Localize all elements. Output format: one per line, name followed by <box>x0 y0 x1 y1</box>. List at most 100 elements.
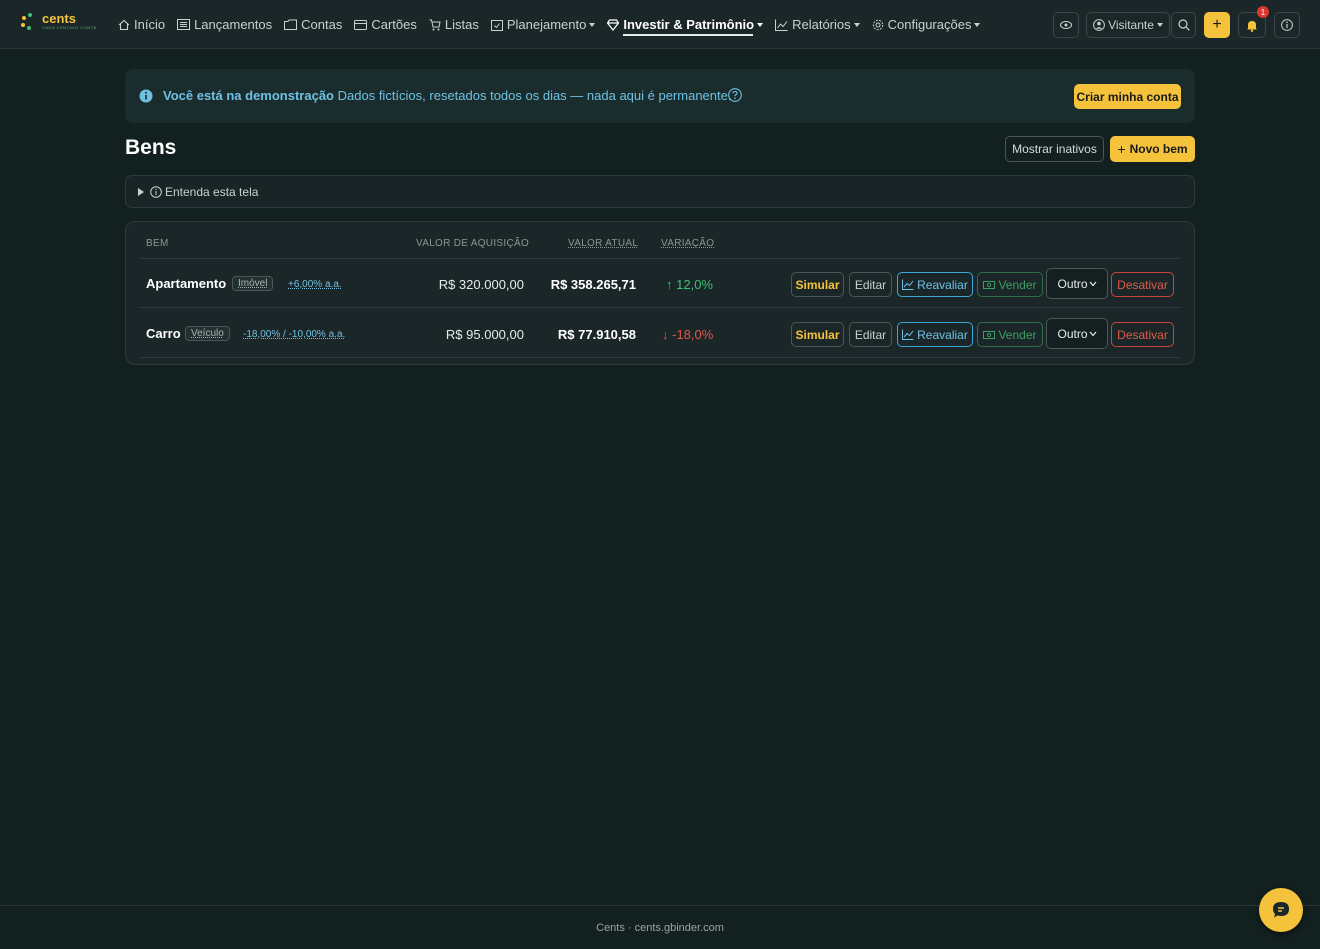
sell-button[interactable]: Vender <box>977 272 1043 297</box>
chat-button[interactable] <box>1259 888 1303 932</box>
chevron-down-icon <box>1089 281 1096 286</box>
simulate-button[interactable]: Simular <box>791 272 844 297</box>
eye-icon <box>1060 21 1072 29</box>
nav-item-inicio[interactable]: Início <box>118 0 165 49</box>
calendar-check-icon <box>490 19 503 31</box>
disclosure-triangle-icon <box>138 187 144 196</box>
arrow-up-icon: ↑ <box>666 277 673 292</box>
assets-table: BEM VALOR DE AQUISIÇÃO VALOR ATUAL VARIA… <box>125 221 1195 365</box>
nav-label: Planejamento <box>506 17 587 32</box>
nav-item-listas[interactable]: Listas <box>429 0 479 49</box>
variation-value: ↑ 12,0% <box>666 277 713 292</box>
info-icon <box>1281 19 1293 31</box>
nav-item-investir[interactable]: Investir & Patrimônio <box>607 0 764 49</box>
other-dropdown[interactable]: Outro <box>1046 318 1108 349</box>
table-row: Apartamento Imóvel +6,00% a.a. R$ 320.00… <box>139 258 1181 308</box>
help-label: Entenda esta tela <box>165 184 259 199</box>
new-asset-button[interactable]: + Novo bem <box>1110 136 1195 162</box>
about-button[interactable] <box>1274 12 1300 38</box>
user-menu-button[interactable]: Visitante <box>1086 12 1170 38</box>
demo-text: Dados fictícios, resetados todos os dias… <box>337 88 732 103</box>
revalue-label: Reavaliar <box>917 277 968 292</box>
nav-label: Contas <box>301 17 343 32</box>
simulate-button[interactable]: Simular <box>791 322 844 347</box>
credit-card-icon <box>354 19 368 30</box>
nav-label: Listas <box>444 17 479 32</box>
acquisition-value: R$ 320.000,00 <box>438 277 524 292</box>
nav-label: Cartões <box>371 17 417 32</box>
sell-button[interactable]: Vender <box>977 322 1043 347</box>
asset-rate[interactable]: +6,00% a.a. <box>288 279 342 290</box>
asset-type-badge: Veículo <box>185 326 230 341</box>
arrow-down-icon: ↓ <box>662 327 669 342</box>
sell-label: Vender <box>998 277 1037 292</box>
brand-tagline: CADA CENTAVO CONTA <box>42 25 97 30</box>
nav-label: Investir & Patrimônio <box>623 17 755 32</box>
search-icon <box>1177 19 1190 31</box>
search-button[interactable] <box>1171 12 1196 38</box>
footer: Cents · cents.gbinder.com <box>0 905 1320 949</box>
other-dropdown[interactable]: Outro <box>1046 268 1108 299</box>
asset-type-badge: Imóvel <box>232 276 274 291</box>
footer-text: Cents · cents.gbinder.com <box>596 921 724 934</box>
cash-icon <box>983 280 996 289</box>
nav-item-relatorios[interactable]: Relatórios <box>775 0 860 49</box>
gear-icon <box>872 19 883 30</box>
home-icon <box>118 19 130 30</box>
header-asset: BEM <box>146 238 169 249</box>
create-account-button[interactable]: Criar minha conta <box>1074 84 1181 109</box>
plus-icon: + <box>1117 141 1126 157</box>
main-nav: Início Lançamentos Contas Cartões Listas… <box>118 0 992 49</box>
info-icon <box>139 89 153 103</box>
variation-text: -18,0% <box>672 327 714 342</box>
current-value: R$ 358.265,71 <box>550 277 636 292</box>
chevron-down-icon <box>1089 331 1096 336</box>
chart-line-icon <box>902 279 914 290</box>
nav-label: Início <box>134 17 166 32</box>
nav-item-planejamento[interactable]: Planejamento <box>490 0 596 49</box>
help-disclosure[interactable]: Entenda esta tela <box>125 175 1195 208</box>
header-variation[interactable]: VARIAÇÃO <box>661 238 714 249</box>
nav-item-contas[interactable]: Contas <box>284 0 342 49</box>
cart-icon <box>429 19 441 30</box>
asset-rate[interactable]: -18,00% / -10,00% a.a. <box>243 329 345 340</box>
variation-text: 12,0% <box>676 277 713 292</box>
user-circle-icon <box>1093 19 1105 31</box>
chevron-down-icon <box>974 22 981 27</box>
edit-button[interactable]: Editar <box>849 322 892 347</box>
page-title: Bens <box>125 136 177 159</box>
privacy-toggle-button[interactable] <box>1053 12 1079 38</box>
nav-item-lancamentos[interactable]: Lançamentos <box>177 0 272 49</box>
edit-button[interactable]: Editar <box>849 272 892 297</box>
variation-value: ↓ -18,0% <box>662 327 713 342</box>
user-menu-label: Visitante <box>1108 18 1154 32</box>
nav-label: Lançamentos <box>194 17 273 32</box>
logo-icon <box>20 12 38 32</box>
other-label: Outro <box>1057 276 1088 291</box>
question-icon[interactable] <box>728 88 742 102</box>
show-inactive-button[interactable]: Mostrar inativos <box>1005 136 1104 162</box>
list-icon <box>177 19 191 30</box>
quick-add-button[interactable]: + <box>1204 12 1230 38</box>
notification-badge: 1 <box>1257 6 1269 18</box>
header-current[interactable]: VALOR ATUAL <box>568 238 638 249</box>
demo-banner: Você está na demonstração Dados fictício… <box>125 69 1195 123</box>
wallet-icon <box>284 19 298 30</box>
brand-name: cents <box>42 11 76 26</box>
brand-logo[interactable]: cents CADA CENTAVO CONTA <box>20 12 97 32</box>
nav-item-configuracoes[interactable]: Configurações <box>872 0 981 49</box>
revalue-label: Reavaliar <box>917 327 968 342</box>
deactivate-button[interactable]: Desativar <box>1111 322 1174 347</box>
asset-name: Apartamento <box>146 276 227 291</box>
acquisition-value: R$ 95.000,00 <box>445 327 524 342</box>
nav-item-cartoes[interactable]: Cartões <box>354 0 417 49</box>
table-row: Carro Veículo -18,00% / -10,00% a.a. R$ … <box>139 308 1181 358</box>
revalue-button[interactable]: Reavaliar <box>897 272 973 297</box>
notifications-button[interactable]: 1 <box>1238 6 1269 38</box>
asset-name: Carro <box>146 326 181 341</box>
chat-bubble-icon <box>1273 902 1289 918</box>
header-acquisition[interactable]: VALOR DE AQUISIÇÃO <box>416 238 529 249</box>
deactivate-button[interactable]: Desativar <box>1111 272 1174 297</box>
revalue-button[interactable]: Reavaliar <box>897 322 973 347</box>
chevron-down-icon <box>589 22 596 27</box>
